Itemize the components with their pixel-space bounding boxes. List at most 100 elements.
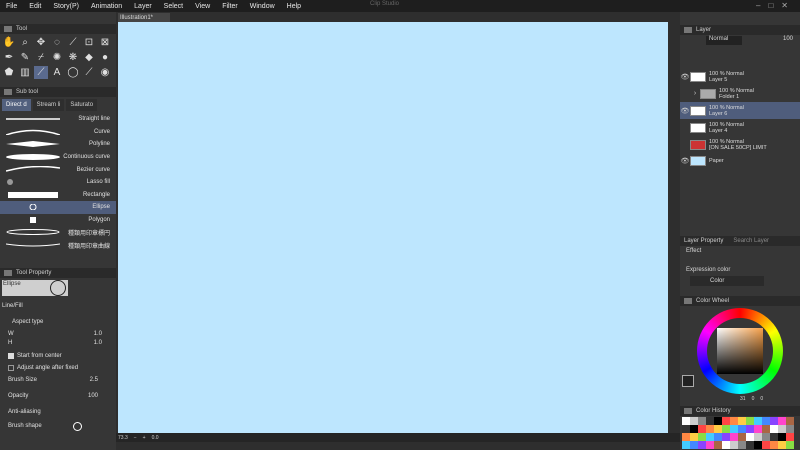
hand-icon[interactable]: ✋ (2, 36, 16, 49)
palette-swatch[interactable] (770, 417, 778, 425)
text-icon[interactable]: A (50, 66, 64, 79)
palette-swatch[interactable] (706, 433, 714, 441)
layer-opacity-value[interactable]: 100 (783, 36, 793, 42)
palette-swatch[interactable] (738, 433, 746, 441)
decoration-icon[interactable]: ❋ (66, 51, 80, 64)
document-tab[interactable]: Illustration1* (118, 13, 170, 22)
palette-swatch[interactable] (770, 441, 778, 449)
menu-file[interactable]: File (0, 3, 23, 10)
palette-swatch[interactable] (714, 441, 722, 449)
zoom-value[interactable]: 73.3 (118, 435, 128, 441)
pencil-icon[interactable]: ✎ (18, 51, 32, 64)
eyedropper-icon[interactable]: ⟋ (66, 36, 80, 49)
start-center-row[interactable]: Start from center (2, 350, 112, 362)
eye-icon[interactable]: 👁 (680, 157, 690, 165)
palette-swatch[interactable] (786, 417, 794, 425)
subtab-saturation[interactable]: Saturato (66, 99, 98, 111)
palette-swatch[interactable] (698, 425, 706, 433)
palette-swatch[interactable] (690, 433, 698, 441)
palette-swatch[interactable] (730, 417, 738, 425)
window-controls[interactable]: –□✕ (756, 1, 796, 10)
object-icon[interactable]: ⊡ (82, 36, 96, 49)
palette-swatch[interactable] (786, 425, 794, 433)
val-value[interactable]: 0 (760, 396, 763, 402)
line-fill-row[interactable]: Line/Fill (2, 300, 112, 312)
tab-search-layer[interactable]: Search Layer (733, 238, 769, 244)
palette-swatch[interactable] (754, 417, 762, 425)
palette-swatch[interactable] (698, 441, 706, 449)
layer-row[interactable]: 👁 100 % Normal Layer 5 (680, 68, 800, 85)
airbrush-icon[interactable]: ✺ (50, 51, 64, 64)
palette-swatch[interactable] (770, 433, 778, 441)
fill-icon[interactable]: ⬟ (2, 66, 16, 79)
saturation-square[interactable] (717, 328, 763, 374)
palette-swatch[interactable] (730, 433, 738, 441)
brush-item[interactable]: 種類用印章標円 (0, 226, 116, 239)
lasso-icon[interactable]: ◌ (50, 36, 64, 49)
hue-value[interactable]: 31 (740, 396, 746, 402)
palette-swatch[interactable] (730, 441, 738, 449)
layer-row[interactable]: 👁 Paper (680, 152, 800, 169)
blend-icon[interactable]: ● (98, 51, 112, 64)
aspect-type-row[interactable]: Aspect type (2, 316, 112, 328)
brush-item[interactable]: Bezier curve (0, 163, 116, 176)
brush-shape-row[interactable]: Brush shape (2, 420, 112, 432)
palette-swatch[interactable] (682, 433, 690, 441)
palette-swatch[interactable] (690, 441, 698, 449)
layer-row[interactable]: 100 % Normal Layer 4 (680, 119, 800, 136)
start-center-checkbox[interactable] (8, 353, 14, 359)
eraser-icon[interactable]: ◆ (82, 51, 96, 64)
adjust-angle-row[interactable]: Adjust angle after fixed (2, 362, 112, 374)
opacity-row[interactable]: Opacity 100 (2, 390, 112, 402)
palette-swatch[interactable] (690, 425, 698, 433)
palette-swatch[interactable] (778, 441, 786, 449)
brush-item[interactable]: Lasso fill (0, 176, 116, 189)
palette-swatch[interactable] (682, 425, 690, 433)
menu-edit[interactable]: Edit (23, 3, 47, 10)
layer-row[interactable]: › 100 % Normal Folder 1 (680, 85, 800, 102)
palette-swatch[interactable] (746, 441, 754, 449)
menu-layer[interactable]: Layer (128, 3, 158, 10)
tab-layer-property[interactable]: Layer Property (684, 238, 723, 244)
palette-swatch[interactable] (698, 417, 706, 425)
palette-swatch[interactable] (682, 417, 690, 425)
chevron-right-icon[interactable]: › (690, 90, 700, 97)
eye-icon[interactable]: 👁 (680, 107, 690, 115)
balloon-icon[interactable]: ◯ (66, 66, 80, 79)
brush-size-value[interactable]: 2.5 (90, 377, 98, 383)
zoom-minus-icon[interactable]: − (134, 435, 137, 441)
zoom-plus-icon[interactable]: + (143, 435, 146, 441)
palette-swatch[interactable] (778, 433, 786, 441)
palette-swatch[interactable] (722, 433, 730, 441)
menu-select[interactable]: Select (158, 3, 189, 10)
palette-swatch[interactable] (786, 441, 794, 449)
palette-swatch[interactable] (682, 441, 690, 449)
correct-line-icon[interactable]: ◉ (98, 66, 112, 79)
adjust-angle-checkbox[interactable] (8, 365, 14, 371)
menu-help[interactable]: Help (281, 3, 307, 10)
figure-icon[interactable]: ⟋ (34, 66, 48, 79)
palette-swatch[interactable] (730, 425, 738, 433)
layer-row-selected[interactable]: 👁 100 % Normal Layer 6 (680, 102, 800, 119)
palette-swatch[interactable] (714, 417, 722, 425)
palette-swatch[interactable] (706, 425, 714, 433)
h-row[interactable]: H 1.0 (2, 337, 112, 349)
palette-swatch[interactable] (722, 417, 730, 425)
h-value[interactable]: 1.0 (94, 340, 102, 346)
palette-swatch[interactable] (738, 441, 746, 449)
palette-swatch[interactable] (738, 417, 746, 425)
palette-swatch[interactable] (762, 433, 770, 441)
ruler-icon[interactable]: ⟋ (82, 66, 96, 79)
zoom-icon[interactable]: ⌕ (18, 36, 32, 49)
palette-swatch[interactable] (762, 417, 770, 425)
brush-item[interactable]: 種類用印章曲線 (0, 239, 116, 252)
anti-aliasing-row[interactable]: Anti-aliasing (2, 406, 112, 418)
palette-swatch[interactable] (738, 425, 746, 433)
operation-icon[interactable]: ⊠ (98, 36, 112, 49)
menu-story[interactable]: Story(P) (47, 3, 85, 10)
palette-swatch[interactable] (722, 441, 730, 449)
brush-item[interactable]: Rectangle (0, 189, 116, 202)
menu-animation[interactable]: Animation (85, 3, 128, 10)
palette-swatch[interactable] (698, 433, 706, 441)
palette-swatch[interactable] (754, 441, 762, 449)
